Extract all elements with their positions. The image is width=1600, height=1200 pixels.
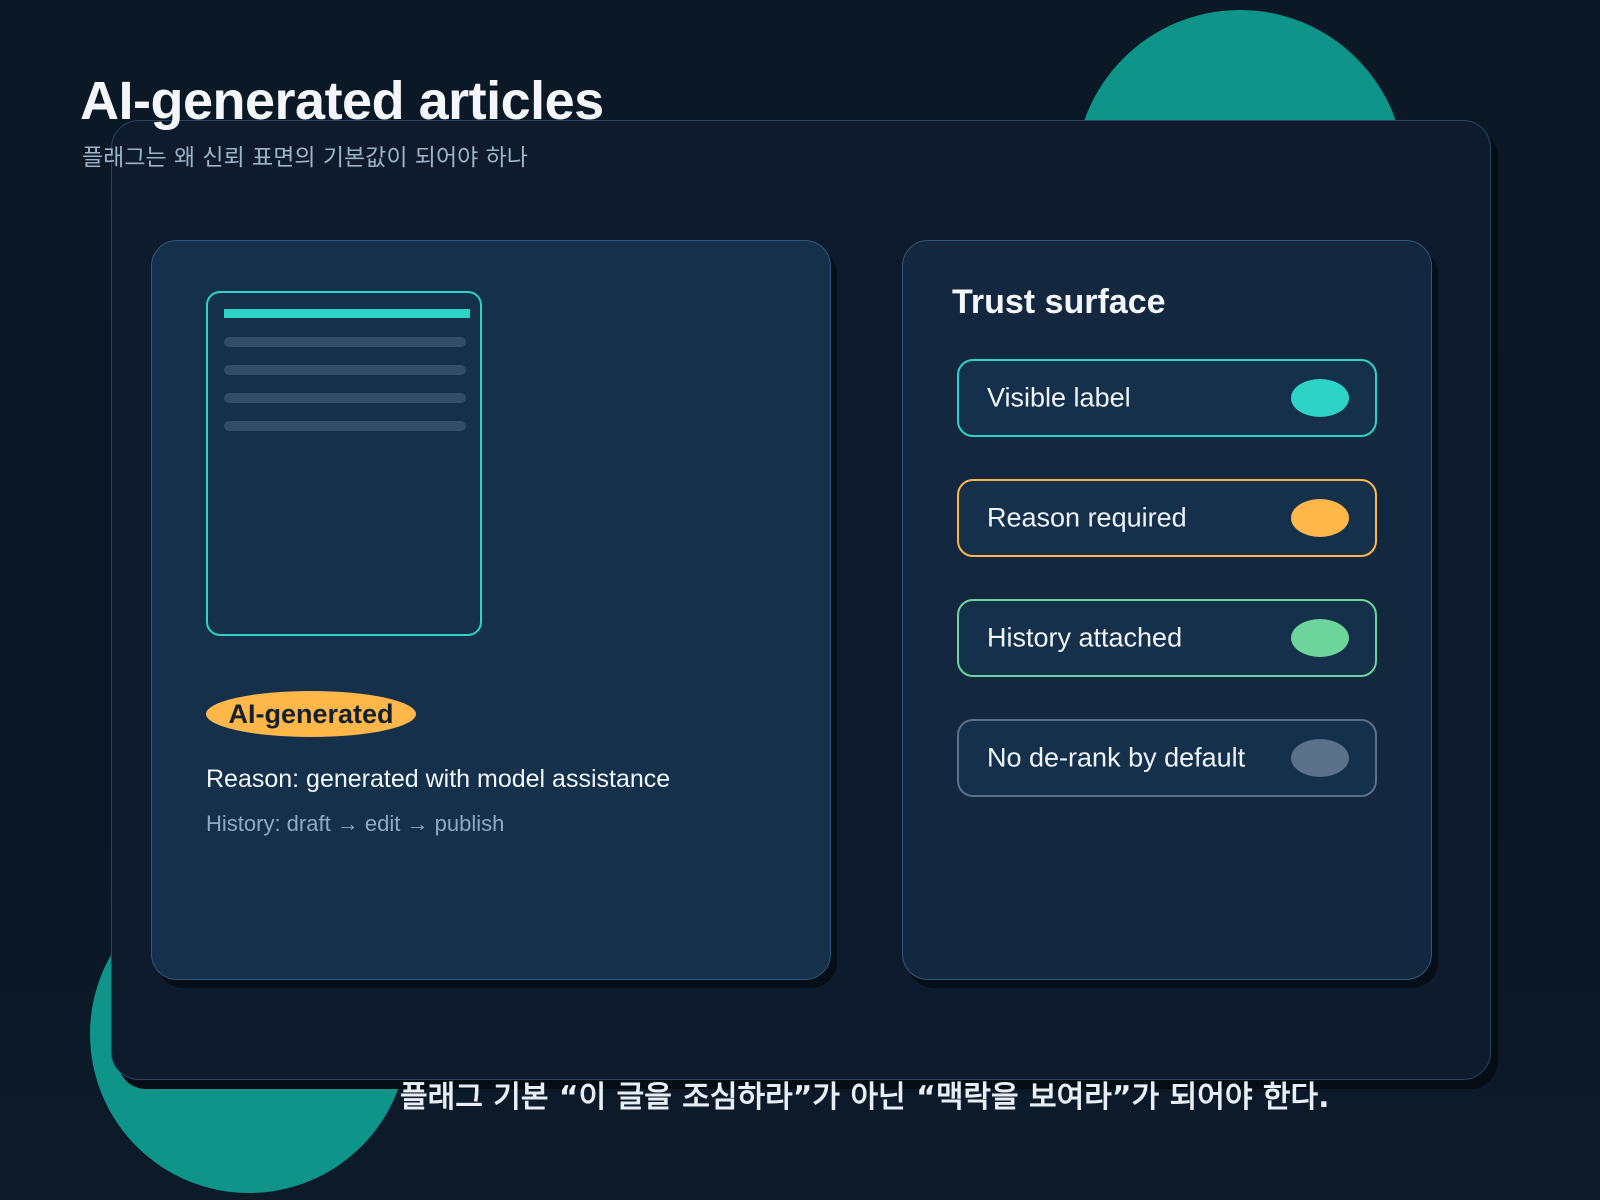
trust-item-label: History attached	[987, 622, 1183, 653]
article-card: AI-generated Reason: generated with mode…	[151, 240, 831, 980]
status-dot-icon	[1291, 499, 1349, 537]
document-text-line	[224, 421, 466, 431]
trust-item-label: Visible label	[987, 382, 1131, 413]
trust-item-label: No de-rank by default	[987, 742, 1246, 773]
document-text-line	[224, 393, 466, 403]
trust-surface-card: Trust surface Visible label Reason requi…	[902, 240, 1432, 980]
status-dot-icon	[1291, 619, 1349, 657]
status-dot-icon	[1291, 739, 1349, 777]
ai-generated-badge: AI-generated	[206, 691, 416, 737]
page-title: AI-generated articles	[80, 71, 604, 131]
trust-item-visible-label: Visible label	[957, 359, 1377, 437]
trust-item-history-attached: History attached	[957, 599, 1377, 677]
trust-surface-title: Trust surface	[952, 283, 1166, 321]
reason-text: Reason: generated with model assistance	[206, 765, 671, 793]
status-dot-icon	[1291, 379, 1349, 417]
document-headline-bar	[224, 309, 470, 318]
document-text-line	[224, 337, 466, 347]
trust-item-reason-required: Reason required	[957, 479, 1377, 557]
footer-note: 플래그 기본 “이 글을 조심하라”가 아닌 “맥락을 보여라”가 되어야 한다…	[400, 1080, 1330, 1115]
document-text-line	[224, 365, 466, 375]
history-text: History: draft → edit → publish	[206, 811, 505, 836]
trust-item-no-derank: No de-rank by default	[957, 719, 1377, 797]
page-subtitle: 플래그는 왜 신뢰 표면의 기본값이 되어야 하나	[82, 145, 528, 171]
document-preview-icon	[206, 291, 482, 636]
trust-item-label: Reason required	[987, 502, 1187, 533]
